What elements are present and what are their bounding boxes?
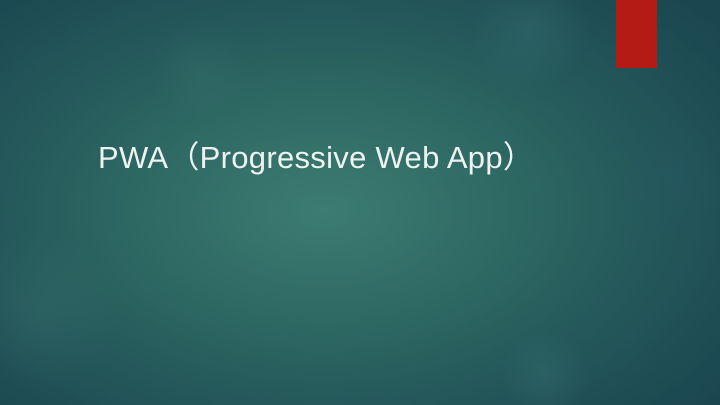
background-bokeh	[470, 0, 590, 90]
background-bokeh	[0, 230, 120, 390]
accent-bar	[616, 0, 657, 68]
background-bokeh	[150, 20, 250, 120]
slide-title: PWA（Progressive Web App）	[98, 140, 535, 175]
background-bokeh	[620, 120, 720, 230]
slide: PWA（Progressive Web App）	[0, 0, 720, 405]
background-bokeh	[500, 330, 590, 405]
